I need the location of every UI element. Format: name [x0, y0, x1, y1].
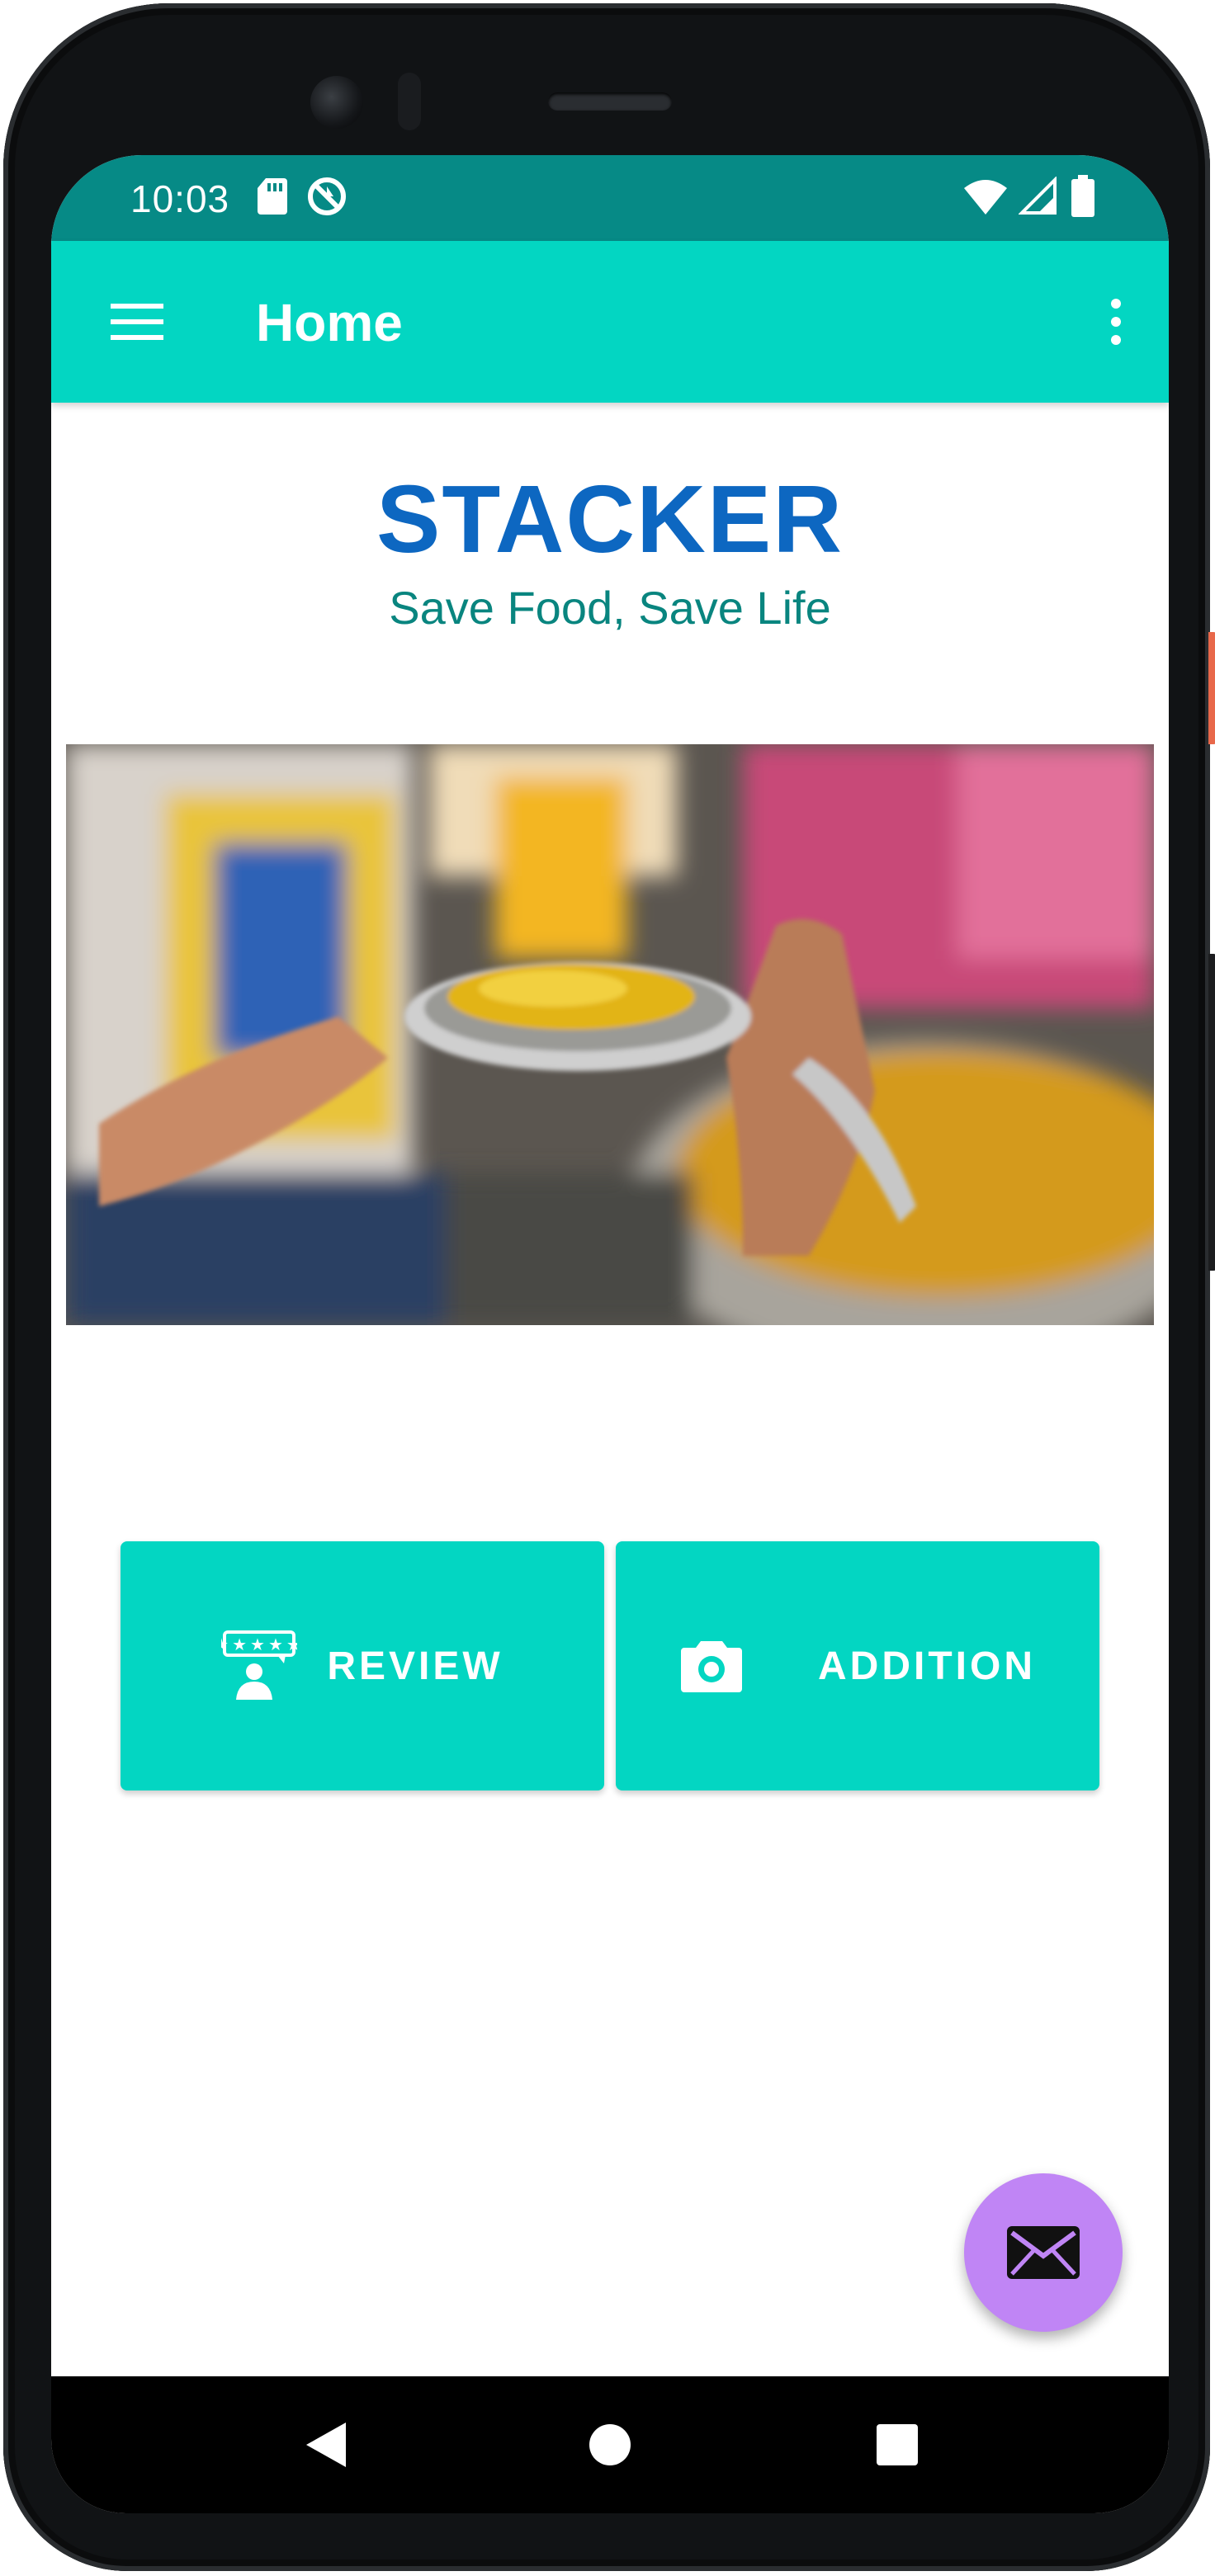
- menu-button[interactable]: [96, 281, 178, 363]
- mail-icon: [1007, 2226, 1080, 2279]
- cellular-signal-icon: [1015, 173, 1061, 219]
- recents-square-icon: [877, 2424, 918, 2465]
- wifi-icon: [962, 173, 1009, 219]
- screen: 10:03 Home STACKER Save Food, Save Life …: [51, 155, 1169, 2513]
- addition-button[interactable]: ADDITION: [616, 1541, 1099, 1790]
- hamburger-menu-icon: [111, 304, 163, 340]
- sync-disabled-icon: [304, 173, 350, 219]
- more-vertical-icon: [1111, 299, 1121, 345]
- mail-fab[interactable]: [964, 2173, 1123, 2332]
- navigation-bar: [51, 2376, 1169, 2513]
- addition-label: ADDITION: [818, 1644, 1036, 1688]
- nav-home-button[interactable]: [573, 2408, 647, 2482]
- food-sharing-photo: [66, 744, 1154, 1325]
- app-bar: Home: [51, 241, 1169, 403]
- brand-title: STACKER: [376, 465, 844, 573]
- earpiece-speaker: [548, 92, 672, 111]
- power-button: [1208, 632, 1215, 744]
- phone-frame: 10:03 Home STACKER Save Food, Save Life …: [3, 3, 1215, 2571]
- app-title: Home: [256, 293, 403, 352]
- front-camera: [310, 76, 363, 129]
- back-triangle-icon: [306, 2423, 346, 2467]
- home-circle-icon: [589, 2424, 631, 2465]
- hero-illustration: [66, 744, 1154, 1325]
- overflow-menu-button[interactable]: [1083, 281, 1149, 363]
- review-label: REVIEW: [327, 1644, 503, 1688]
- brand-tagline: Save Food, Save Life: [389, 582, 831, 634]
- svg-text:★★★★★: ★★★★★: [221, 1635, 297, 1654]
- camera-icon: [679, 1638, 744, 1694]
- status-time: 10:03: [130, 177, 230, 220]
- review-button[interactable]: ★★★★★ REVIEW: [121, 1541, 604, 1790]
- proximity-sensor: [398, 73, 421, 130]
- status-bar: 10:03: [51, 155, 1169, 241]
- rating-review-icon: ★★★★★: [221, 1630, 297, 1701]
- volume-rocker: [1208, 954, 1215, 1271]
- nav-recents-button[interactable]: [860, 2408, 934, 2482]
- nav-back-button[interactable]: [289, 2408, 363, 2482]
- sd-card-icon: [249, 173, 295, 219]
- battery-icon: [1060, 173, 1106, 219]
